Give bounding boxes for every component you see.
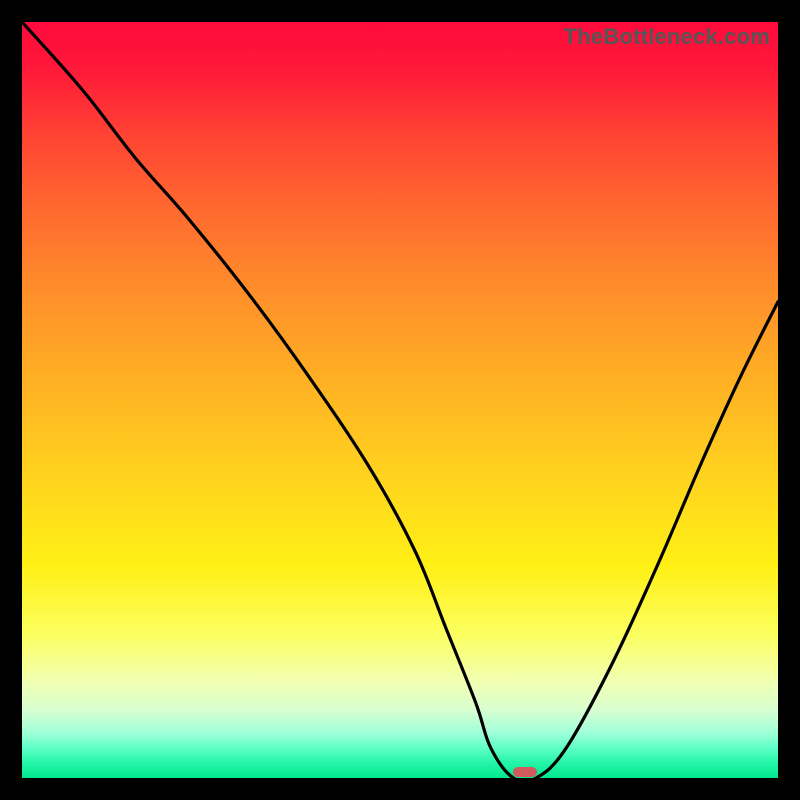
plot-area: TheBottleneck.com	[22, 22, 778, 778]
chart-container: TheBottleneck.com	[0, 0, 800, 800]
bottleneck-curve	[22, 22, 778, 778]
optimal-marker	[513, 767, 537, 777]
